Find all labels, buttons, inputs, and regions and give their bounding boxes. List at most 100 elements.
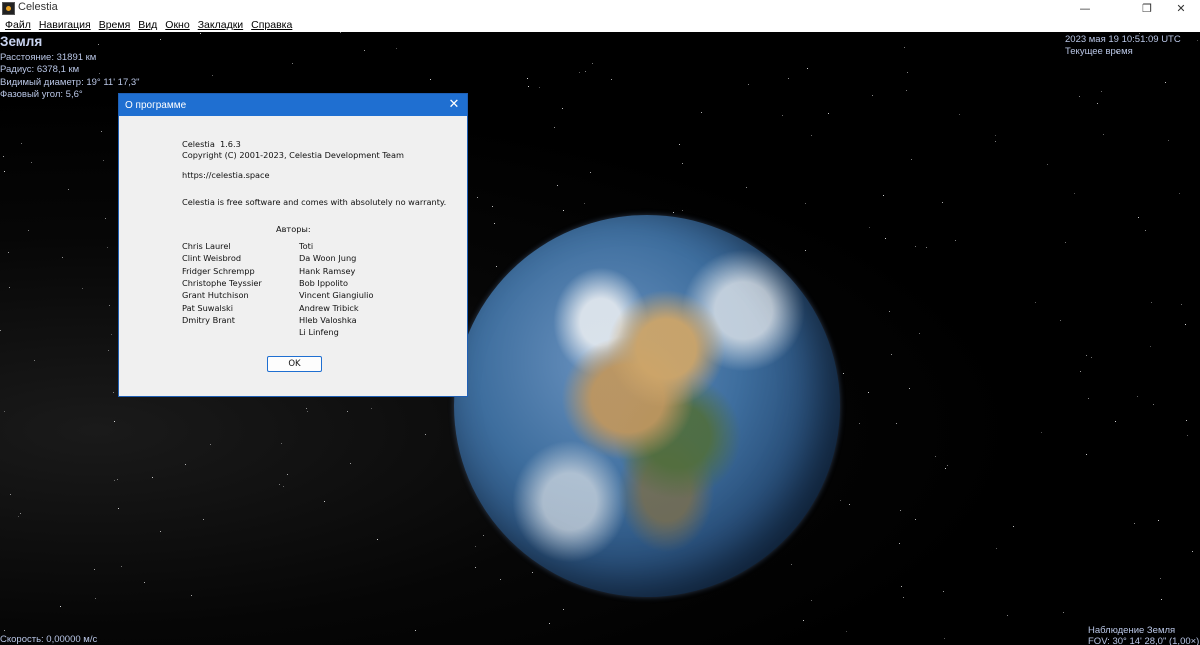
author-name: Vincent Giangiulio — [299, 290, 374, 301]
star — [1013, 526, 1014, 527]
star — [1161, 599, 1162, 600]
star — [532, 572, 533, 573]
star — [942, 202, 943, 203]
star — [1160, 578, 1161, 579]
about-dialog: О программе ✕ Celestia 1.6.3 Copyright (… — [118, 93, 468, 397]
star — [883, 195, 884, 196]
star — [1035, 302, 1036, 303]
star — [788, 78, 789, 79]
menu-view[interactable]: Вид — [134, 19, 161, 31]
star — [805, 203, 806, 204]
star — [324, 501, 325, 502]
star — [28, 230, 29, 231]
star — [1115, 421, 1116, 422]
star — [673, 212, 674, 213]
author-name: Dmitry Brant — [182, 314, 235, 325]
star — [210, 444, 211, 445]
author-name: Hank Ramsey — [299, 265, 356, 276]
star — [113, 392, 114, 393]
ok-button[interactable]: OK — [267, 356, 322, 372]
author-name: Clint Weisbrod — [182, 253, 242, 264]
star — [557, 185, 558, 186]
menu-bar: Файл Навигация Время Вид Окно Закладки С… — [0, 17, 1200, 32]
star — [849, 504, 850, 505]
star — [919, 333, 920, 334]
menu-help[interactable]: Справка — [247, 19, 296, 31]
star — [191, 595, 192, 596]
star — [1138, 217, 1139, 218]
star — [748, 84, 749, 85]
menu-file[interactable]: Файл — [0, 19, 35, 31]
star — [679, 144, 680, 145]
star — [281, 443, 282, 444]
speed-readout: Скорость: 0,00000 м/с — [0, 634, 98, 645]
dialog-body: Celestia 1.6.3 Copyright (C) 2001-2023, … — [119, 116, 467, 396]
star — [307, 411, 308, 412]
star — [1145, 230, 1146, 231]
menu-window[interactable]: Окно — [161, 19, 193, 31]
star — [1150, 346, 1151, 347]
close-icon[interactable]: ✕ — [446, 96, 462, 112]
star — [959, 114, 960, 115]
star — [1158, 520, 1159, 521]
star — [111, 334, 112, 335]
copyright-text: Copyright (C) 2001-2023, Celestia Develo… — [182, 150, 404, 160]
star — [500, 579, 501, 580]
star — [843, 373, 844, 374]
star — [350, 463, 351, 464]
star — [425, 434, 426, 435]
menu-bookmarks[interactable]: Закладки — [194, 19, 247, 31]
star — [3, 156, 4, 157]
star — [746, 187, 747, 188]
star — [105, 218, 106, 219]
earth-globe[interactable] — [454, 215, 840, 597]
star — [563, 609, 564, 610]
star — [1103, 134, 1104, 135]
star — [121, 566, 122, 567]
author-name: Pat Suwalski — [182, 302, 234, 313]
time-mode-label: Текущее время — [1065, 45, 1133, 57]
star — [98, 44, 99, 45]
star — [872, 95, 873, 96]
star — [909, 388, 910, 389]
star — [430, 79, 431, 80]
star — [144, 582, 145, 583]
website-link[interactable]: https://celestia.space — [182, 170, 270, 180]
minimize-button[interactable]: — — [1062, 0, 1108, 17]
author-name: Toti — [299, 241, 314, 251]
star — [185, 464, 186, 465]
menu-navigation[interactable]: Навигация — [35, 19, 95, 31]
radius-readout: Радиус: 6378,1 км — [0, 64, 80, 76]
star — [926, 247, 927, 248]
star — [701, 112, 702, 113]
star — [475, 567, 476, 568]
star — [935, 456, 936, 457]
star — [114, 421, 115, 422]
close-window-button[interactable]: ✕ — [1158, 0, 1200, 17]
star — [1086, 355, 1087, 356]
dialog-title-bar[interactable]: О программе ✕ — [119, 94, 467, 116]
star — [306, 408, 307, 409]
star — [549, 623, 550, 624]
title-bar[interactable]: Celestia — ❐ ✕ — [0, 0, 1200, 17]
star — [109, 305, 110, 306]
star — [94, 569, 95, 570]
star — [9, 287, 10, 288]
menu-time[interactable]: Время — [95, 19, 135, 31]
star — [1088, 398, 1089, 399]
author-name: Hleb Valoshka — [299, 314, 357, 325]
window-title: Celestia — [18, 1, 58, 13]
star — [1047, 164, 1048, 165]
star — [160, 531, 161, 532]
star — [803, 620, 804, 621]
star — [371, 408, 372, 409]
star — [1186, 420, 1187, 421]
author-name: Bob Ippolito — [299, 277, 349, 288]
star — [782, 115, 783, 116]
star — [68, 189, 69, 190]
star — [4, 171, 5, 172]
time-info: 2023 мая 19 10:51:09 UTC Текущее время — [1065, 34, 1181, 57]
star — [82, 288, 83, 289]
star — [811, 600, 812, 601]
star — [152, 477, 153, 478]
